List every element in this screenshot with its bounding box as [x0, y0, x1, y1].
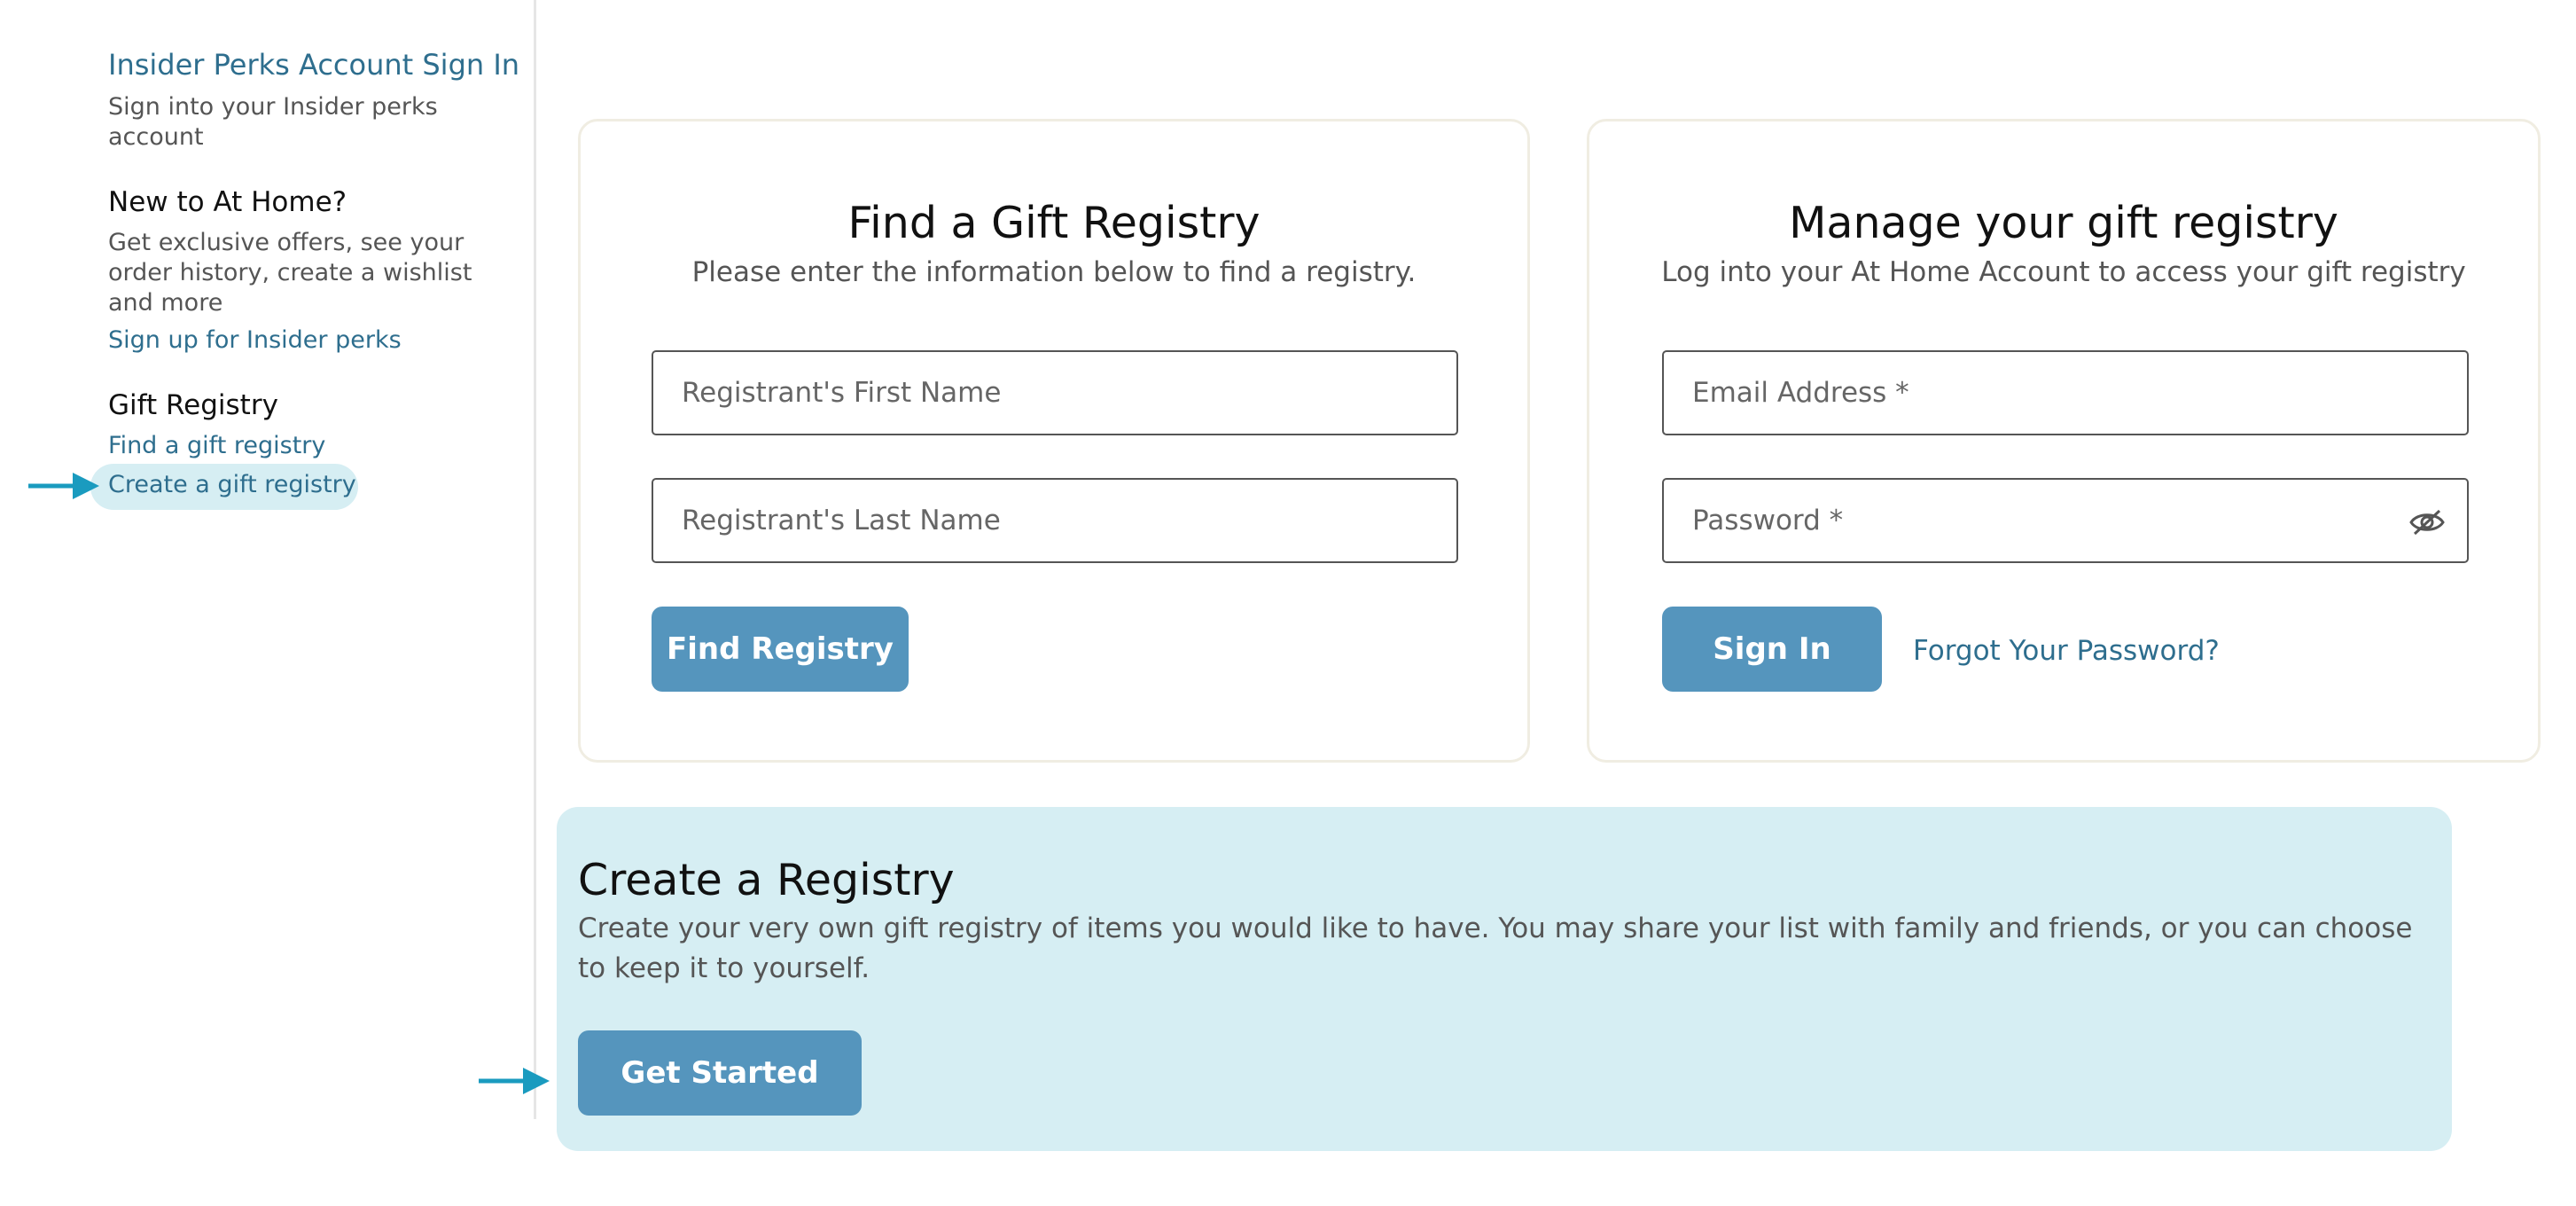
manage-registry-card: Manage your gift registry Log into your …: [1587, 119, 2541, 763]
find-registry-subtitle: Please enter the information below to fi…: [691, 256, 1417, 288]
create-registry-description: Create your very own gift registry of it…: [578, 912, 2413, 984]
sign-in-button[interactable]: Sign In: [1662, 607, 1882, 692]
insider-perks-description: Sign into your Insider perks account: [108, 93, 438, 151]
get-started-button[interactable]: Get Started: [578, 1030, 862, 1116]
forgot-password-link[interactable]: Forgot Your Password?: [1913, 635, 2220, 667]
insider-perks-sign-in-link[interactable]: Insider Perks Account Sign In: [108, 48, 519, 82]
sign-up-insider-perks-link[interactable]: Sign up for Insider perks: [108, 326, 402, 354]
new-to-at-home-heading: New to At Home?: [108, 186, 347, 218]
gift-registry-heading: Gift Registry: [108, 389, 278, 421]
password-input[interactable]: [1664, 480, 2467, 561]
find-registry-button[interactable]: Find Registry: [652, 607, 909, 692]
last-name-field[interactable]: [652, 478, 1458, 563]
create-registry-title: Create a Registry: [578, 855, 955, 905]
pointer-arrow-icon: [28, 473, 99, 499]
sidebar: Insider Perks Account Sign In Sign into …: [0, 0, 536, 1119]
find-registry-card: Find a Gift Registry Please enter the in…: [578, 119, 1530, 763]
manage-registry-subtitle: Log into your At Home Account to access …: [1661, 256, 2466, 288]
new-to-at-home-description: Get exclusive offers, see your order his…: [108, 229, 472, 317]
first-name-input[interactable]: [653, 352, 1456, 434]
manage-registry-title: Manage your gift registry: [1789, 198, 2338, 248]
toggle-password-visibility-icon[interactable]: [2408, 506, 2446, 538]
email-field[interactable]: [1662, 350, 2469, 435]
create-gift-registry-link[interactable]: Create a gift registry: [108, 471, 356, 498]
find-gift-registry-link[interactable]: Find a gift registry: [108, 432, 325, 459]
email-input[interactable]: [1664, 352, 2467, 434]
create-registry-section: Create a Registry Create your very own g…: [557, 807, 2452, 1151]
find-registry-title: Find a Gift Registry: [847, 198, 1261, 248]
last-name-input[interactable]: [653, 480, 1456, 561]
pointer-arrow-icon: [479, 1068, 550, 1094]
password-field[interactable]: [1662, 478, 2469, 563]
first-name-field[interactable]: [652, 350, 1458, 435]
